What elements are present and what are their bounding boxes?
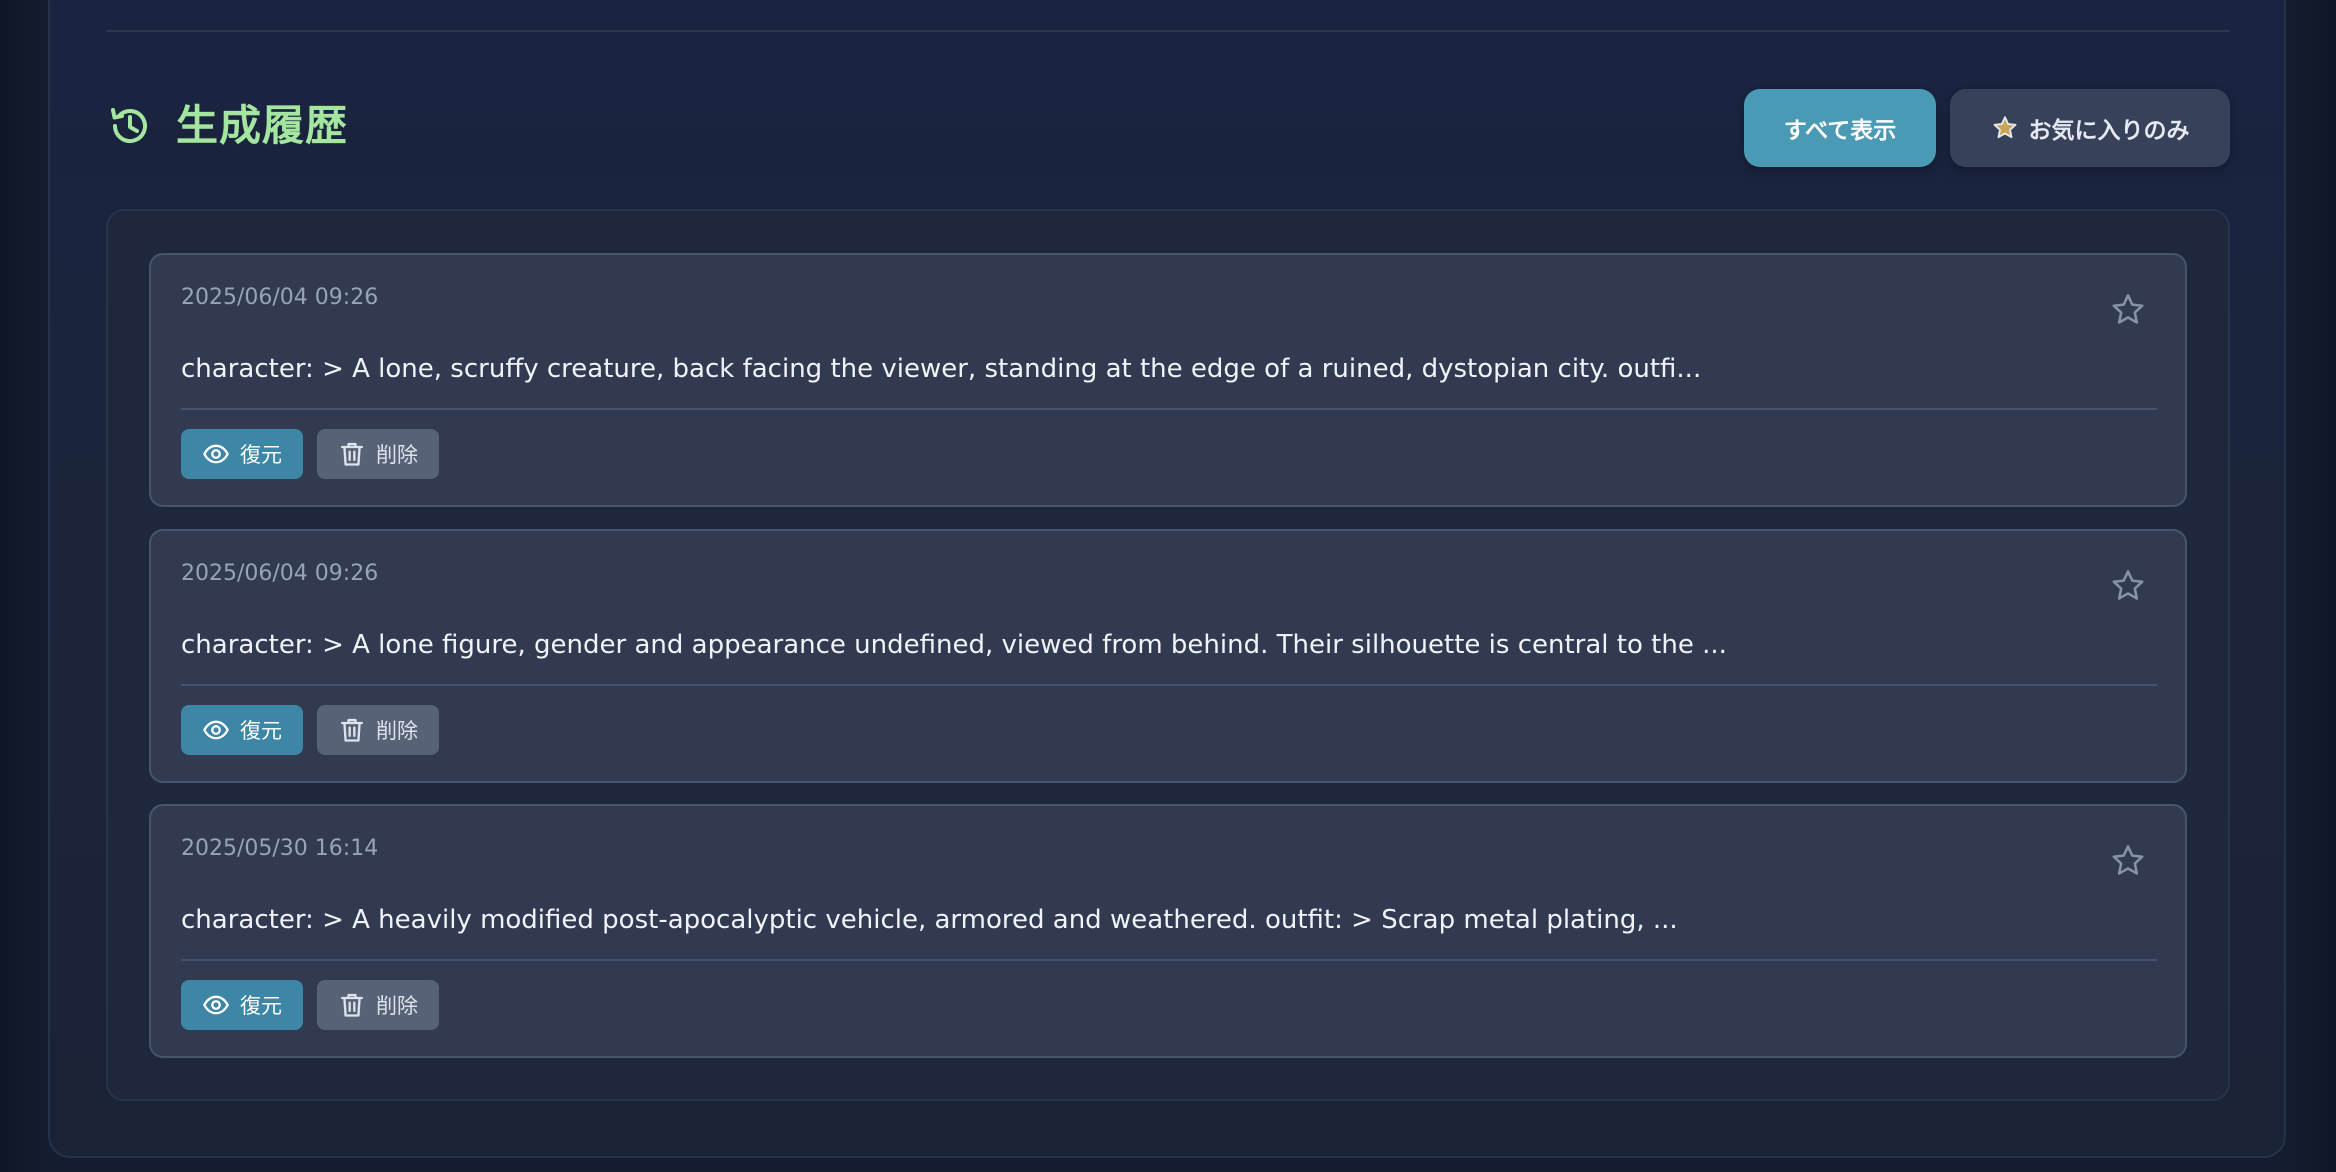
delete-button[interactable]: 削除 xyxy=(317,980,439,1030)
restore-button[interactable]: 復元 xyxy=(181,429,303,479)
card-divider xyxy=(181,408,2157,410)
trash-icon xyxy=(338,440,366,468)
page: 生成履歴 すべて表示 お気に入りのみ 2025/06/04 09:26 char… xyxy=(0,0,2336,1172)
favorites-only-label: お気に入りのみ xyxy=(2028,118,2190,144)
eye-icon xyxy=(202,716,230,744)
history-card: 2025/06/04 09:26 character: > A lone fig… xyxy=(149,529,2187,783)
delete-label: 削除 xyxy=(376,443,418,467)
eye-icon xyxy=(202,440,230,468)
history-prompt-text: character: > A heavily modified post-apo… xyxy=(181,905,1678,935)
card-divider xyxy=(181,959,2157,961)
history-icon xyxy=(106,102,154,150)
card-divider xyxy=(181,684,2157,686)
favorite-star-icon[interactable] xyxy=(2109,842,2147,880)
history-date: 2025/05/30 16:14 xyxy=(181,836,379,861)
history-prompt-text: character: > A lone, scruffy creature, b… xyxy=(181,354,1702,384)
restore-button[interactable]: 復元 xyxy=(181,980,303,1030)
section-divider xyxy=(106,30,2230,32)
restore-button[interactable]: 復元 xyxy=(181,705,303,755)
show-all-label: すべて表示 xyxy=(1783,118,1897,144)
history-card: 2025/06/04 09:26 character: > A lone, sc… xyxy=(149,253,2187,507)
restore-label: 復元 xyxy=(240,719,282,743)
delete-button[interactable]: 削除 xyxy=(317,705,439,755)
restore-label: 復元 xyxy=(240,443,282,467)
delete-button[interactable]: 削除 xyxy=(317,429,439,479)
eye-icon xyxy=(202,991,230,1019)
history-date: 2025/06/04 09:26 xyxy=(181,561,379,586)
history-card: 2025/05/30 16:14 character: > A heavily … xyxy=(149,804,2187,1058)
history-prompt-text: character: > A lone figure, gender and a… xyxy=(181,630,1727,660)
delete-label: 削除 xyxy=(376,994,418,1018)
favorite-star-icon[interactable] xyxy=(2109,291,2147,329)
show-all-button[interactable]: すべて表示 xyxy=(1744,89,1936,167)
section-title: 生成履歴 xyxy=(176,101,349,150)
favorites-only-button[interactable]: お気に入りのみ xyxy=(1950,89,2230,167)
trash-icon xyxy=(338,991,366,1019)
restore-label: 復元 xyxy=(240,994,282,1018)
star-icon xyxy=(1991,114,2019,142)
delete-label: 削除 xyxy=(376,719,418,743)
history-date: 2025/06/04 09:26 xyxy=(181,285,379,310)
favorite-star-icon[interactable] xyxy=(2109,567,2147,605)
trash-icon xyxy=(338,716,366,744)
